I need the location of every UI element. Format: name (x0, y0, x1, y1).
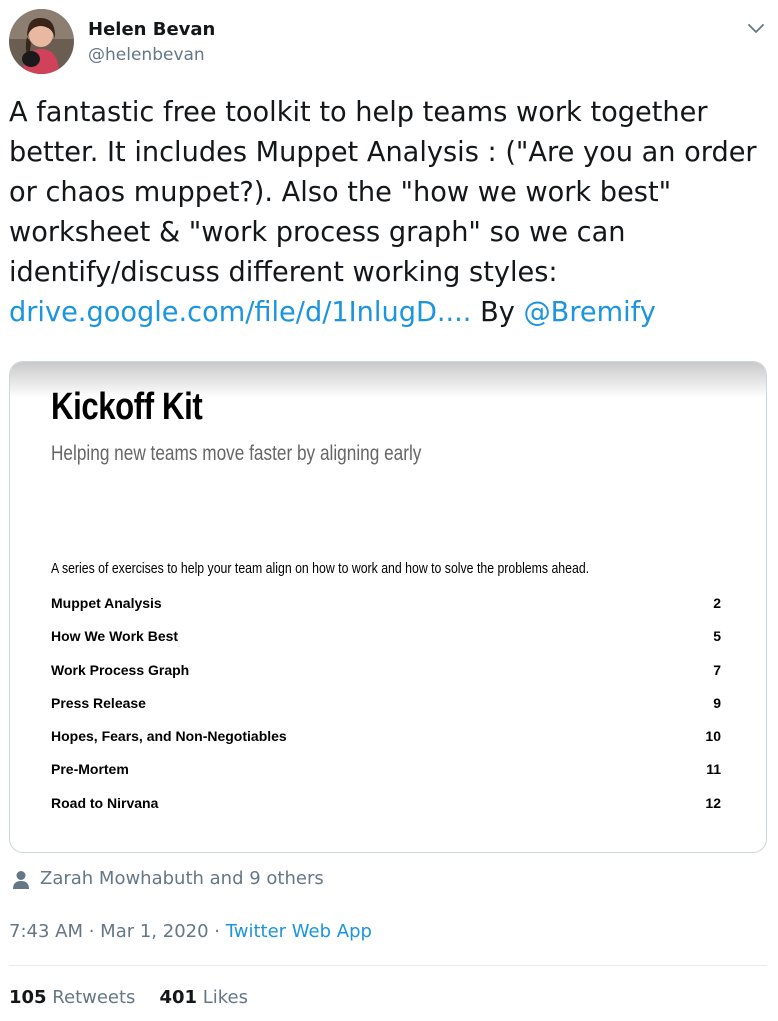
chevron-down-icon[interactable] (744, 16, 768, 40)
avatar[interactable] (9, 9, 74, 74)
toc-label: Press Release (51, 694, 146, 711)
meta-separator: · (83, 921, 101, 942)
tweet-source[interactable]: Twitter Web App (226, 921, 372, 942)
tweet-date[interactable]: Mar 1, 2020 (100, 921, 208, 942)
tweet-line-link: drive.google.com/file/d/1InlugD.... By @… (9, 293, 769, 333)
meta-separator: · (208, 921, 226, 942)
toc-label: Hopes, Fears, and Non-Negotiables (51, 728, 287, 745)
tweet-line: better. It includes Muppet Analysis : ("… (9, 137, 757, 168)
likes-label: Likes (197, 987, 249, 1008)
likes-stat[interactable]: 401 Likes (159, 987, 248, 1008)
toc-row: Muppet Analysis 2 (51, 593, 721, 626)
toc-page: 7 (713, 661, 721, 678)
toc-row: Road to Nirvana 12 (51, 793, 721, 826)
mention-link[interactable]: @Bremify (523, 297, 655, 328)
tweet-line: or chaos muppet?). Also the "how we work… (9, 177, 672, 208)
toc-page: 11 (706, 761, 721, 778)
person-icon (12, 870, 30, 890)
document-subtitle: Helping new teams move faster by alignin… (51, 442, 422, 465)
likers-text[interactable]: Zarah Mowhabuth and 9 others (40, 868, 324, 889)
toc-row: Pre-Mortem 11 (51, 759, 721, 792)
toc-page: 10 (705, 728, 721, 745)
toc-label: How We Work Best (51, 628, 179, 645)
media-card[interactable]: Kickoff Kit Helping new teams move faste… (9, 361, 767, 853)
tweet-time[interactable]: 7:43 AM (9, 921, 83, 942)
tweet-stats: 105 Retweets 401 Likes (9, 987, 248, 1008)
retweets-stat[interactable]: 105 Retweets (9, 987, 135, 1008)
tweet-meta: 7:43 AM · Mar 1, 2020 · Twitter Web App (9, 921, 372, 942)
document-title: Kickoff Kit (51, 386, 203, 428)
toc-row: Work Process Graph 7 (51, 660, 721, 693)
toc-label: Muppet Analysis (51, 595, 162, 611)
author-name[interactable]: Helen Bevan (88, 19, 215, 40)
toc-row: Hopes, Fears, and Non-Negotiables 10 (51, 726, 721, 759)
tweet-line: worksheet & "work process graph" so we c… (9, 217, 626, 248)
toc-page: 5 (713, 628, 721, 645)
tweet-line: identify/discuss different working style… (9, 257, 558, 288)
toc-row: How We Work Best 5 (51, 626, 721, 659)
toc-label: Road to Nirvana (51, 794, 159, 811)
toc-page: 9 (713, 694, 721, 711)
tweet-header: Helen Bevan @helenbevan (0, 0, 778, 90)
toc-label: Pre-Mortem (51, 761, 129, 778)
toc-label: Work Process Graph (51, 661, 190, 678)
divider (9, 965, 767, 966)
retweets-count: 105 (9, 987, 47, 1008)
tweet-line: A fantastic free toolkit to help teams w… (9, 97, 708, 128)
table-of-contents: Muppet Analysis 2 How We Work Best 5 Wor… (51, 593, 721, 826)
by-text: By (471, 297, 524, 328)
likes-count: 401 (159, 987, 198, 1008)
toc-page: 12 (705, 794, 721, 811)
author-handle[interactable]: @helenbevan (88, 45, 205, 65)
document-intro: A series of exercises to help your team … (51, 560, 590, 577)
retweets-label: Retweets (46, 987, 136, 1008)
toc-page: 2 (713, 595, 721, 611)
avatar-image (9, 9, 74, 74)
tweet-text: A fantastic free toolkit to help teams w… (9, 93, 769, 333)
drive-link[interactable]: drive.google.com/file/d/1InlugD.... (9, 297, 471, 328)
toc-row: Press Release 9 (51, 693, 721, 726)
